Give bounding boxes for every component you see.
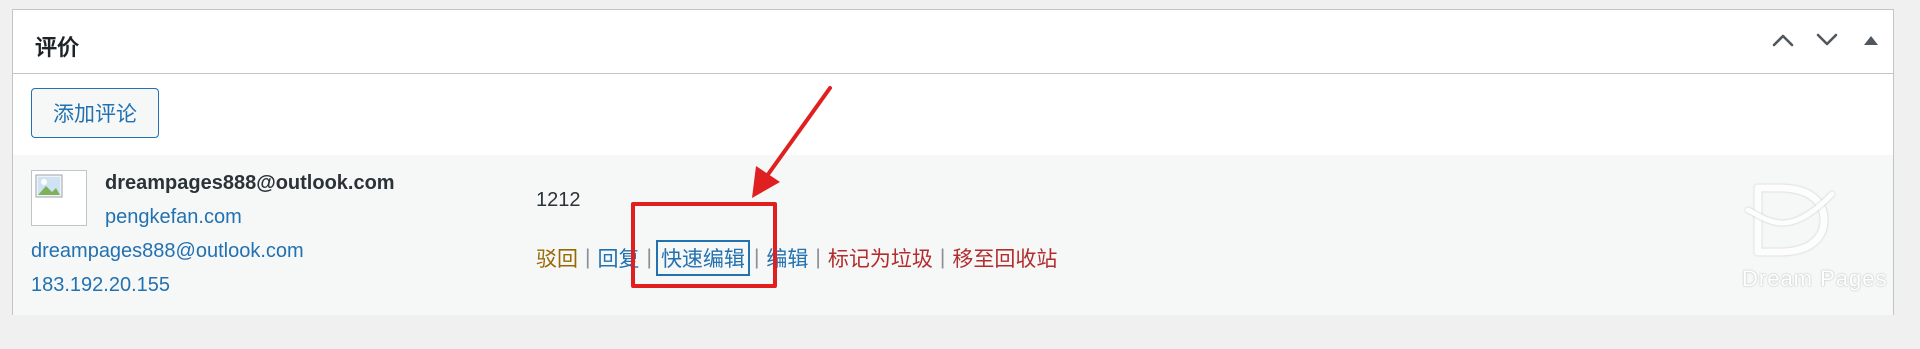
comment-row: dreampages888@outlook.com pengkefan.com … bbox=[13, 155, 1893, 315]
avatar bbox=[31, 170, 87, 226]
triangle-up-icon bbox=[1864, 36, 1878, 45]
action-separator: | bbox=[753, 246, 760, 269]
chevron-down-icon bbox=[1816, 33, 1838, 46]
quick-edit-link[interactable]: 快速编辑 bbox=[655, 240, 750, 276]
comment-author-url[interactable]: pengkefan.com bbox=[105, 206, 242, 229]
move-down-button[interactable] bbox=[1805, 20, 1849, 60]
move-to-trash-link[interactable]: 移至回收站 bbox=[952, 243, 1057, 273]
edit-link[interactable]: 编辑 bbox=[766, 243, 808, 273]
watermark-text: Dream Pages bbox=[1742, 266, 1888, 291]
page: 评价 添加评论 dreampages888@outlook.com pengke… bbox=[0, 0, 1920, 349]
comment-text: 1212 bbox=[536, 189, 581, 211]
chevron-up-icon bbox=[1772, 34, 1794, 47]
panel-header: 评价 bbox=[13, 10, 1893, 74]
panel-title: 评价 bbox=[35, 35, 80, 60]
action-separator: | bbox=[815, 246, 821, 269]
action-separator: | bbox=[585, 246, 591, 269]
panel-handle-actions bbox=[1761, 20, 1893, 60]
reply-link[interactable]: 回复 bbox=[597, 243, 639, 273]
broken-image-icon bbox=[35, 174, 63, 198]
toggle-panel-button[interactable] bbox=[1849, 20, 1893, 60]
add-comment-button[interactable]: 添加评论 bbox=[31, 88, 159, 138]
action-separator: | bbox=[646, 246, 652, 269]
comment-author-email[interactable]: dreampages888@outlook.com bbox=[31, 240, 304, 263]
mark-spam-link[interactable]: 标记为垃圾 bbox=[828, 243, 933, 273]
unapprove-link[interactable]: 驳回 bbox=[536, 243, 578, 273]
move-up-button[interactable] bbox=[1761, 20, 1805, 60]
comment-author-ip[interactable]: 183.192.20.155 bbox=[31, 274, 170, 297]
dreampages-logo-icon bbox=[1745, 184, 1835, 256]
action-separator: | bbox=[939, 246, 946, 269]
comments-panel: 评价 添加评论 dreampages888@outlook.com pengke… bbox=[12, 9, 1894, 315]
comment-author-name: dreampages888@outlook.com bbox=[105, 172, 395, 194]
comment-row-actions: 驳回 | 回复 | 快速编辑 | 编辑 | 标记为垃圾 | 移至回收站 bbox=[536, 240, 1057, 276]
